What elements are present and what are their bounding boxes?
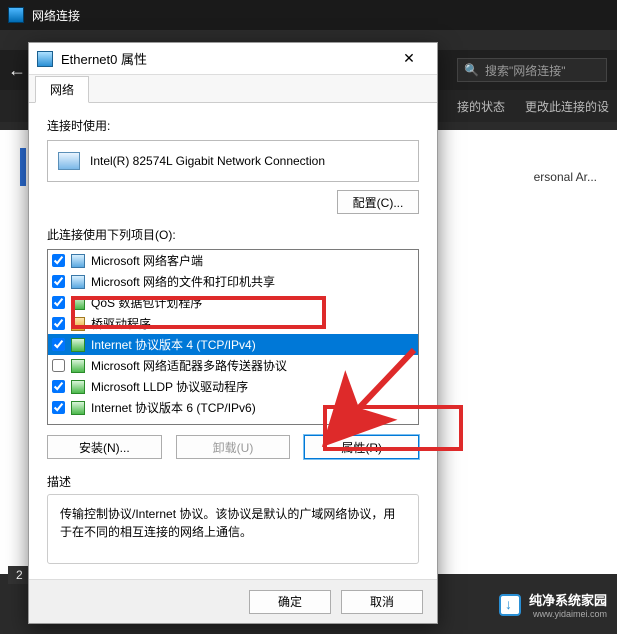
description-group: 描述 传输控制协议/Internet 协议。该协议是默认的广域网络协议，用于在不… xyxy=(47,473,419,564)
dialog-titlebar: Ethernet0 属性 ✕ xyxy=(29,43,437,75)
install-button[interactable]: 安装(N)... xyxy=(47,435,162,459)
cmd-change[interactable]: 更改此连接的设 xyxy=(525,98,609,115)
cancel-button[interactable]: 取消 xyxy=(341,590,423,614)
list-item-checkbox[interactable] xyxy=(52,401,65,414)
items-label: 此连接使用下列项目(O): xyxy=(47,226,419,243)
search-box[interactable]: 🔍 搜索"网络连接" xyxy=(457,58,607,82)
adapter-field: Intel(R) 82574L Gigabit Network Connecti… xyxy=(47,140,419,182)
search-placeholder: 搜索"网络连接" xyxy=(485,62,566,79)
uninstall-button[interactable]: 卸载(U) xyxy=(176,435,291,459)
proto-icon xyxy=(71,380,85,394)
adapter-icon xyxy=(58,152,80,170)
watermark-logo-icon xyxy=(499,594,521,616)
properties-button[interactable]: 属性(R) xyxy=(304,435,419,459)
back-arrow-icon[interactable]: ← xyxy=(8,60,26,81)
close-button[interactable]: ✕ xyxy=(389,50,429,67)
list-item[interactable]: Microsoft LLDP 协议驱动程序 xyxy=(48,376,418,397)
nic-icon xyxy=(37,51,53,67)
connect-using-label: 连接时使用: xyxy=(47,117,419,134)
dialog-footer: 确定 取消 xyxy=(29,579,437,623)
proto-icon xyxy=(71,296,85,310)
list-item[interactable]: Microsoft 网络的文件和打印机共享 xyxy=(48,271,418,292)
list-item-label: Internet 协议版本 6 (TCP/IPv6) xyxy=(91,399,256,416)
list-item-label: QoS 数据包计划程序 xyxy=(91,294,202,311)
list-item-checkbox[interactable] xyxy=(52,254,65,267)
description-label: 描述 xyxy=(47,473,419,490)
list-item[interactable]: Internet 协议版本 4 (TCP/IPv4) xyxy=(48,334,418,355)
tab-network[interactable]: 网络 xyxy=(35,76,89,103)
adapter-name: Intel(R) 82574L Gigabit Network Connecti… xyxy=(90,154,325,168)
list-item[interactable]: 桥驱动程序 xyxy=(48,313,418,334)
parent-window-title: 网络连接 xyxy=(32,7,80,24)
list-item[interactable]: QoS 数据包计划程序 xyxy=(48,292,418,313)
proto-icon xyxy=(71,401,85,415)
list-item-checkbox[interactable] xyxy=(52,275,65,288)
parent-titlebar: 网络连接 xyxy=(0,0,617,30)
configure-button[interactable]: 配置(C)... xyxy=(337,190,419,214)
dialog-body: 连接时使用: Intel(R) 82574L Gigabit Network C… xyxy=(29,103,437,579)
client-icon xyxy=(71,275,85,289)
cmd-status[interactable]: 接的状态 xyxy=(457,98,505,115)
list-item-label: 桥驱动程序 xyxy=(91,315,151,332)
list-item-checkbox[interactable] xyxy=(52,317,65,330)
network-connections-icon xyxy=(8,7,24,23)
client-icon xyxy=(71,254,85,268)
ethernet-properties-dialog: Ethernet0 属性 ✕ 网络 连接时使用: Intel(R) 82574L… xyxy=(28,42,438,624)
list-item[interactable]: Microsoft 网络客户端 xyxy=(48,250,418,271)
watermark-url: www.yidaimei.com xyxy=(533,609,607,619)
connection-items-list[interactable]: Microsoft 网络客户端 Microsoft 网络的文件和打印机共享 QoS … xyxy=(47,249,419,425)
list-item[interactable]: Internet 协议版本 6 (TCP/IPv6) xyxy=(48,397,418,418)
list-item-checkbox[interactable] xyxy=(52,359,65,372)
list-item-label: Microsoft 网络的文件和打印机共享 xyxy=(91,273,275,290)
watermark-brand: 纯净系统家园 xyxy=(529,593,607,608)
description-text: 传输控制协议/Internet 协议。该协议是默认的广域网络协议，用于在不同的相… xyxy=(47,494,419,564)
proto-icon xyxy=(71,359,85,373)
list-item-checkbox[interactable] xyxy=(52,338,65,351)
watermark: 纯净系统家园 www.yidaimei.com xyxy=(499,590,607,619)
list-item-checkbox[interactable] xyxy=(52,296,65,309)
tab-strip: 网络 xyxy=(29,75,437,103)
list-item-label: Microsoft 网络客户端 xyxy=(91,252,203,269)
list-item[interactable]: Microsoft 网络适配器多路传送器协议 xyxy=(48,355,418,376)
search-icon: 🔍 xyxy=(464,63,479,77)
parent-window: 网络连接 xyxy=(0,0,617,30)
proto-icon xyxy=(71,338,85,352)
list-item-label: Microsoft 网络适配器多路传送器协议 xyxy=(91,357,287,374)
list-item-checkbox[interactable] xyxy=(52,380,65,393)
dialog-title: Ethernet0 属性 xyxy=(61,49,389,68)
drv-icon xyxy=(71,317,85,331)
list-item-label: Microsoft LLDP 协议驱动程序 xyxy=(91,378,248,395)
adapter-tile-edge xyxy=(20,148,26,186)
list-item-label: Internet 协议版本 4 (TCP/IPv4) xyxy=(91,336,256,353)
adapter-name-truncated: ersonal Ar... xyxy=(534,170,597,184)
ok-button[interactable]: 确定 xyxy=(249,590,331,614)
